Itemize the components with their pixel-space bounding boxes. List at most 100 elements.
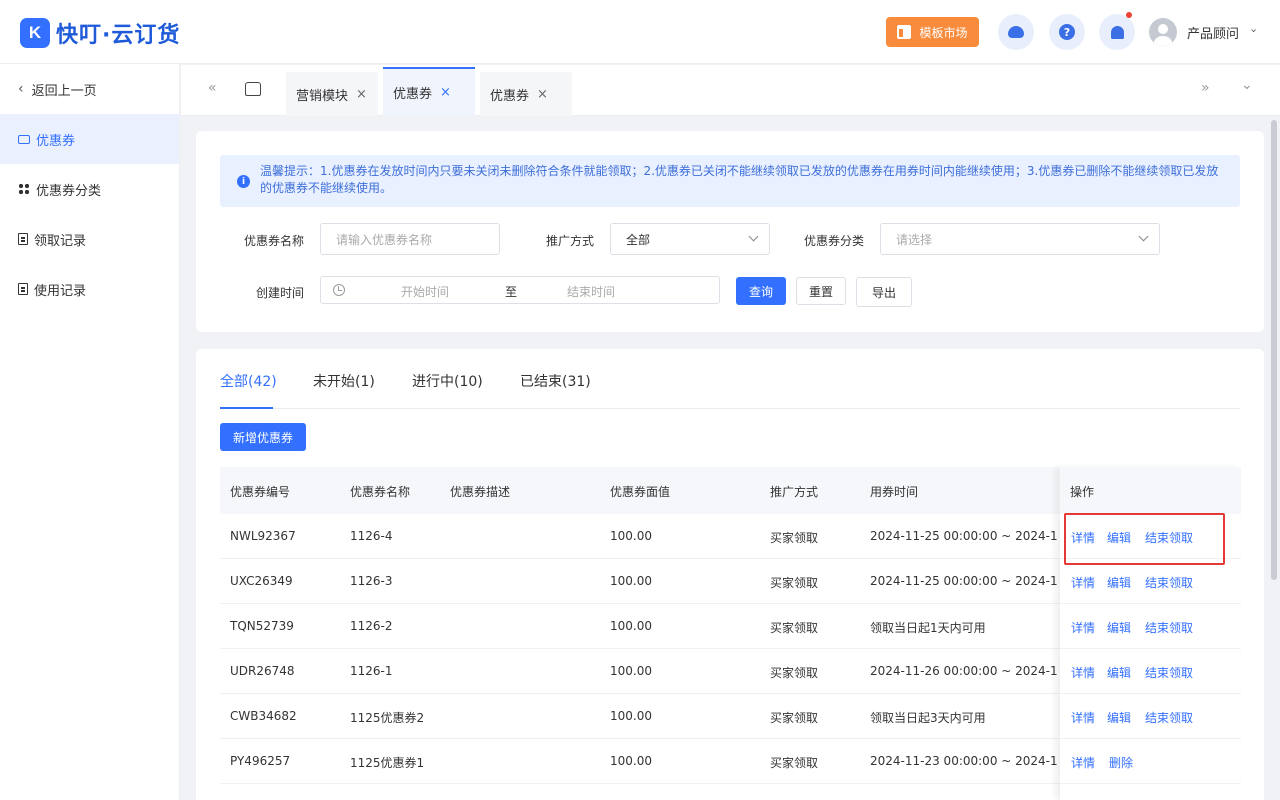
coupon-name-input[interactable]: 请输入优惠券名称 <box>320 223 500 255</box>
usage-time: 2024-11-23 00:00:00 ~ 2024-11-27 00:00:0… <box>870 754 1058 768</box>
sidebar-item-label: 优惠券 <box>36 133 76 149</box>
customer-service-button[interactable] <box>998 14 1034 50</box>
clock-icon <box>333 284 345 296</box>
promotion-method-select[interactable]: 全部 <box>610 223 770 255</box>
user-name[interactable]: 产品顾问 <box>1187 23 1239 42</box>
notification-dot <box>1126 12 1132 18</box>
template-market-button[interactable]: 模板市场 <box>886 17 979 47</box>
tab-coupons-active[interactable]: 优惠券 × <box>383 67 475 116</box>
tab-divider <box>220 408 1240 409</box>
coupon-name-label: 优惠券名称 <box>244 234 305 248</box>
template-market-label: 模板市场 <box>919 25 968 40</box>
coupon-name: 1125优惠券1 <box>350 756 425 770</box>
logo-badge-icon: K <box>20 18 50 48</box>
bell-icon <box>1110 25 1124 39</box>
tab-all[interactable]: 全部(42) <box>220 371 277 391</box>
chevron-down-icon <box>748 231 759 242</box>
usage-time: 领取当日起1天内可用 <box>870 621 986 635</box>
tab-label: 营销模块 <box>296 88 349 104</box>
edit-link[interactable]: 编辑 <box>1107 619 1131 636</box>
edit-link[interactable]: 编辑 <box>1107 574 1131 591</box>
help-button[interactable]: ? <box>1049 14 1085 50</box>
app-logo[interactable]: K 快叮·云订货 <box>20 17 180 49</box>
sidebar-item-coupons[interactable]: 优惠券 <box>0 114 179 164</box>
add-coupon-button[interactable]: 新增优惠券 <box>220 423 306 451</box>
coupon-category-placeholder: 请选择 <box>896 232 933 247</box>
start-time-input[interactable]: 开始时间 <box>401 283 449 300</box>
avatar[interactable] <box>1149 18 1177 46</box>
coupon-category-select[interactable]: 请选择 <box>880 223 1160 255</box>
range-separator: 至 <box>505 285 518 299</box>
coupon-value: 100.00 <box>610 709 652 723</box>
end-claim-link[interactable]: 结束领取 <box>1145 574 1193 591</box>
column-header: 优惠券名称 <box>350 485 411 499</box>
tab-coupons[interactable]: 优惠券 × <box>480 72 572 116</box>
tab-ended[interactable]: 已结束(31) <box>520 371 591 391</box>
promotion-method: 买家领取 <box>770 576 819 590</box>
detail-link[interactable]: 详情 <box>1071 664 1095 681</box>
coupon-code: PY496257 <box>230 754 291 768</box>
delete-link[interactable]: 删除 <box>1109 754 1133 771</box>
chevron-down-icon[interactable]: ⌄ <box>1249 22 1258 35</box>
coupon-name: 1126-4 <box>350 529 393 543</box>
template-icon <box>897 25 912 39</box>
coupon-name: 1126-2 <box>350 619 393 633</box>
promotion-method-value: 全部 <box>626 232 651 247</box>
coupon-value: 100.00 <box>610 529 652 543</box>
headset-icon <box>1008 26 1024 38</box>
notification-button[interactable] <box>1099 12 1135 50</box>
doc-icon <box>18 283 28 295</box>
tab-in-progress[interactable]: 进行中(10) <box>412 371 483 391</box>
column-header: 优惠券面值 <box>610 485 671 499</box>
chevron-down-icon[interactable]: ⌄ <box>1241 77 1253 93</box>
usage-time: 2024-11-25 00:00:00 ~ 2024-11-29 00:00:0… <box>870 529 1058 543</box>
home-icon[interactable] <box>245 82 261 96</box>
query-button[interactable]: 查询 <box>736 277 786 305</box>
usage-time: 领取当日起3天内可用 <box>870 711 986 725</box>
chevron-down-icon <box>1138 231 1149 242</box>
edit-link[interactable]: 编辑 <box>1107 709 1131 726</box>
detail-link[interactable]: 详情 <box>1071 754 1095 771</box>
coupon-name: 1126-3 <box>350 574 393 588</box>
detail-link[interactable]: 详情 <box>1071 709 1095 726</box>
usage-time: 2024-11-25 00:00:00 ~ 2024-11-29 00:00:0… <box>870 574 1058 588</box>
usage-time: 2024-11-26 00:00:00 ~ 2024-11-29 00:00:0… <box>870 664 1058 678</box>
promotion-method: 买家领取 <box>770 621 819 635</box>
detail-link[interactable]: 详情 <box>1071 619 1095 636</box>
end-claim-link[interactable]: 结束领取 <box>1145 709 1193 726</box>
tab-label: 优惠券 <box>393 87 433 102</box>
sidebar-item-claim-records[interactable]: 领取记录 <box>0 214 179 264</box>
end-claim-link[interactable]: 结束领取 <box>1145 664 1193 681</box>
active-tab-indicator <box>220 407 273 409</box>
coupon-value: 100.00 <box>610 754 652 768</box>
sidebar-item-coupon-categories[interactable]: 优惠券分类 <box>0 164 179 214</box>
doc-icon <box>18 233 28 245</box>
promotion-method: 买家领取 <box>770 531 819 545</box>
end-claim-link[interactable]: 结束领取 <box>1145 619 1193 636</box>
close-icon[interactable]: × <box>440 85 451 100</box>
double-chevron-left-icon[interactable]: « <box>208 80 217 96</box>
sidebar-item-usage-records[interactable]: 使用记录 <box>0 264 179 314</box>
column-header: 优惠券描述 <box>450 485 511 499</box>
back-label: 返回上一页 <box>31 83 97 99</box>
back-button[interactable]: ‹ 返回上一页 <box>0 64 179 114</box>
column-header: 优惠券编号 <box>230 485 291 499</box>
detail-link[interactable]: 详情 <box>1071 574 1095 591</box>
tab-marketing-module[interactable]: 营销模块 × <box>286 72 378 116</box>
export-button[interactable]: 导出 <box>856 277 912 307</box>
sidebar: ‹ 返回上一页 优惠券 优惠券分类 领取记录 使用记录 <box>0 64 180 800</box>
close-icon[interactable]: × <box>356 87 367 102</box>
sidebar-item-label: 优惠券分类 <box>36 183 102 199</box>
logo-text: 快叮·云订货 <box>56 23 181 48</box>
created-time-range[interactable]: 开始时间 至 结束时间 <box>320 276 720 304</box>
edit-link[interactable]: 编辑 <box>1107 664 1131 681</box>
created-time-label: 创建时间 <box>256 286 305 300</box>
page-scrollbar[interactable] <box>1271 120 1277 580</box>
reset-button[interactable]: 重置 <box>796 277 846 305</box>
info-icon: i <box>237 175 250 188</box>
tab-not-started[interactable]: 未开始(1) <box>313 371 375 391</box>
end-time-input[interactable]: 结束时间 <box>567 283 615 300</box>
double-chevron-right-icon[interactable]: » <box>1201 80 1210 96</box>
close-icon[interactable]: × <box>537 87 548 102</box>
column-header: 推广方式 <box>770 485 819 499</box>
